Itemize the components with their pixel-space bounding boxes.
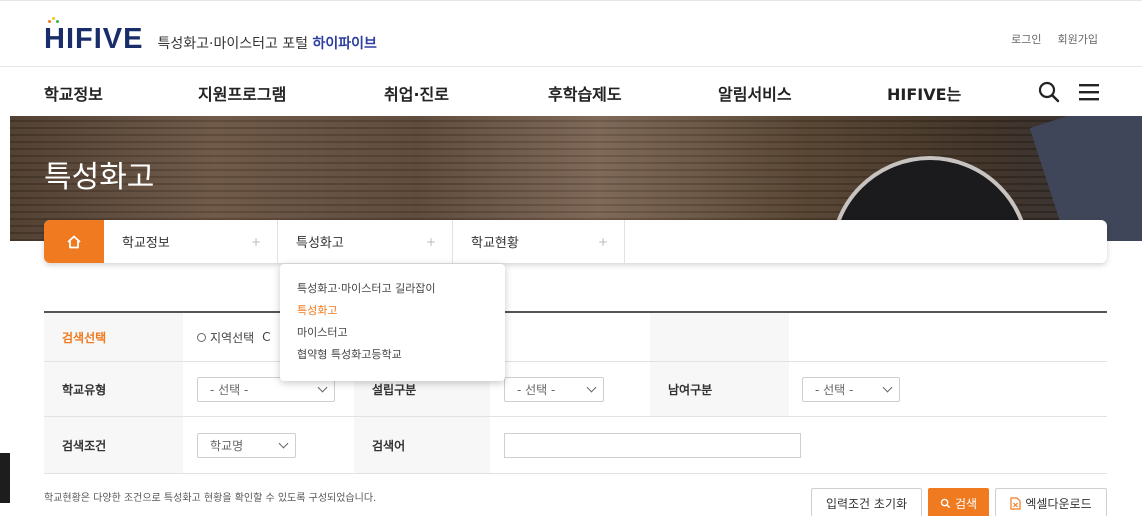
search-condition-select[interactable]: 학교명	[197, 432, 296, 458]
chevron-down-icon	[317, 382, 328, 393]
login-link[interactable]: 로그인	[1011, 31, 1041, 47]
top-bar: HIFIVE 특성화고·마이스터고 포털 하이파이브 로그인 회원가입	[0, 0, 1142, 66]
select-value: - 선택 -	[815, 382, 854, 397]
radio-circle-icon	[197, 332, 206, 342]
select-value: - 선택 -	[210, 382, 249, 397]
breadcrumb-item-school-info[interactable]: 학교정보 +	[104, 220, 278, 263]
nav-support-program[interactable]: 지원프로그램	[198, 81, 286, 105]
breadcrumb-label: 학교정보	[122, 236, 170, 251]
chevron-down-icon	[278, 438, 289, 449]
select-value: 학교명	[210, 438, 244, 453]
breadcrumb-label: 특성화고	[296, 236, 344, 251]
home-icon	[67, 235, 81, 248]
logo-sub-strong: 하이파이브	[312, 35, 377, 52]
nav-lifelong-learning[interactable]: 후학습제도	[548, 81, 622, 105]
breadcrumb-dropdown: 특성화고·마이스터고 길라잡이 특성화고 마이스터고 협약형 특성화고등학교	[280, 264, 505, 381]
reset-button-label: 입력조건 초기화	[825, 496, 908, 511]
search-row-keyword: 검색조건 학교명 검색어	[44, 417, 1107, 474]
school-type-label: 학교유형	[44, 362, 183, 416]
join-link[interactable]: 회원가입	[1058, 31, 1098, 47]
chevron-down-icon	[882, 382, 893, 393]
logo-text: HIFIVE	[44, 23, 144, 55]
search-icon	[940, 498, 951, 508]
keyword-input[interactable]	[504, 432, 801, 458]
logo-wordmark: HIFIVE	[44, 17, 144, 56]
search-select-label: 검색선택	[44, 313, 183, 361]
dropdown-item-guide[interactable]: 특성화고·마이스터고 길라잡이	[297, 282, 505, 304]
chevron-down-icon	[586, 382, 597, 393]
left-edge-shadow	[0, 453, 10, 503]
nav-school-info[interactable]: 학교정보	[44, 81, 103, 105]
radio-other-label: C	[262, 330, 271, 344]
reset-button[interactable]: 입력조건 초기화	[811, 488, 922, 516]
found-type-select[interactable]: - 선택 -	[504, 376, 604, 402]
breadcrumb-label: 학교현황	[471, 236, 519, 251]
nav-notification[interactable]: 알림서비스	[718, 81, 792, 105]
breadcrumb-item-school-status[interactable]: 학교현황 +	[453, 220, 625, 263]
logo-subtitle: 특성화고·마이스터고 포털 하이파이브	[157, 33, 376, 53]
nav-career[interactable]: 취업·진로	[384, 81, 449, 105]
keyword-label: 검색어	[354, 417, 490, 473]
gender-select[interactable]: - 선택 -	[802, 376, 900, 402]
page-title: 특성화고	[44, 160, 155, 195]
keyword-cell	[504, 417, 801, 473]
search-form: 검색선택 지역선택 C 학교유형 - 선택 - 설립구분 - 선택 - 남여구분…	[44, 311, 1107, 474]
search-icon[interactable]	[1036, 79, 1062, 105]
search-note: 학교현황은 다양한 조건으로 특성화고 현황을 확인할 수 있도록 구성되었습니…	[44, 493, 377, 504]
gnb-icon-group	[1036, 79, 1102, 105]
radio-region[interactable]: 지역선택	[197, 329, 254, 346]
plus-icon: +	[597, 234, 608, 249]
home-button[interactable]	[44, 220, 104, 263]
search-row-select: 검색선택 지역선택 C	[44, 313, 1107, 362]
dropdown-item-specialized[interactable]: 특성화고	[297, 304, 505, 326]
select-value: - 선택 -	[517, 382, 556, 397]
gender-label: 남여구분	[650, 362, 789, 416]
logo-spark-icon	[48, 17, 60, 24]
logo-sub-text: 특성화고·마이스터고 포털	[157, 35, 309, 52]
global-nav: 학교정보 지원프로그램 취업·진로 후학습제도 알림서비스 HIFIVE는	[0, 66, 1142, 116]
breadcrumb-item-specialized[interactable]: 특성화고 +	[278, 220, 453, 263]
search-row-type: 학교유형 - 선택 - 설립구분 - 선택 - 남여구분 - 선택 -	[44, 362, 1107, 417]
search-select-options: 지역선택 C	[197, 313, 271, 361]
excel-button-label: 엑셀다운로드	[1025, 496, 1092, 511]
search-button-label: 검색	[954, 496, 978, 511]
plus-icon: +	[250, 234, 261, 249]
search-empty-header	[650, 313, 789, 361]
excel-download-button[interactable]: 엑셀다운로드	[995, 488, 1107, 516]
radio-region-label: 지역선택	[210, 330, 255, 345]
util-links: 로그인 회원가입	[1011, 31, 1098, 47]
breadcrumb: 학교정보 + 특성화고 + 학교현황 +	[44, 220, 1107, 263]
search-condition-cell: 학교명	[197, 417, 296, 473]
plus-icon: +	[425, 234, 436, 249]
search-condition-label: 검색조건	[44, 417, 183, 473]
gender-cell: - 선택 -	[802, 362, 900, 416]
radio-other[interactable]: C	[262, 330, 270, 344]
dropdown-item-agreement[interactable]: 협약형 특성화고등학교	[297, 348, 505, 370]
site-logo[interactable]: HIFIVE 특성화고·마이스터고 포털 하이파이브	[44, 17, 377, 56]
menu-icon[interactable]	[1076, 79, 1102, 105]
nav-about-hifive[interactable]: HIFIVE는	[887, 81, 961, 105]
excel-file-icon	[1010, 496, 1021, 510]
search-button[interactable]: 검색	[928, 488, 989, 516]
dropdown-item-meister[interactable]: 마이스터고	[297, 326, 505, 348]
found-type-cell: - 선택 -	[504, 362, 604, 416]
